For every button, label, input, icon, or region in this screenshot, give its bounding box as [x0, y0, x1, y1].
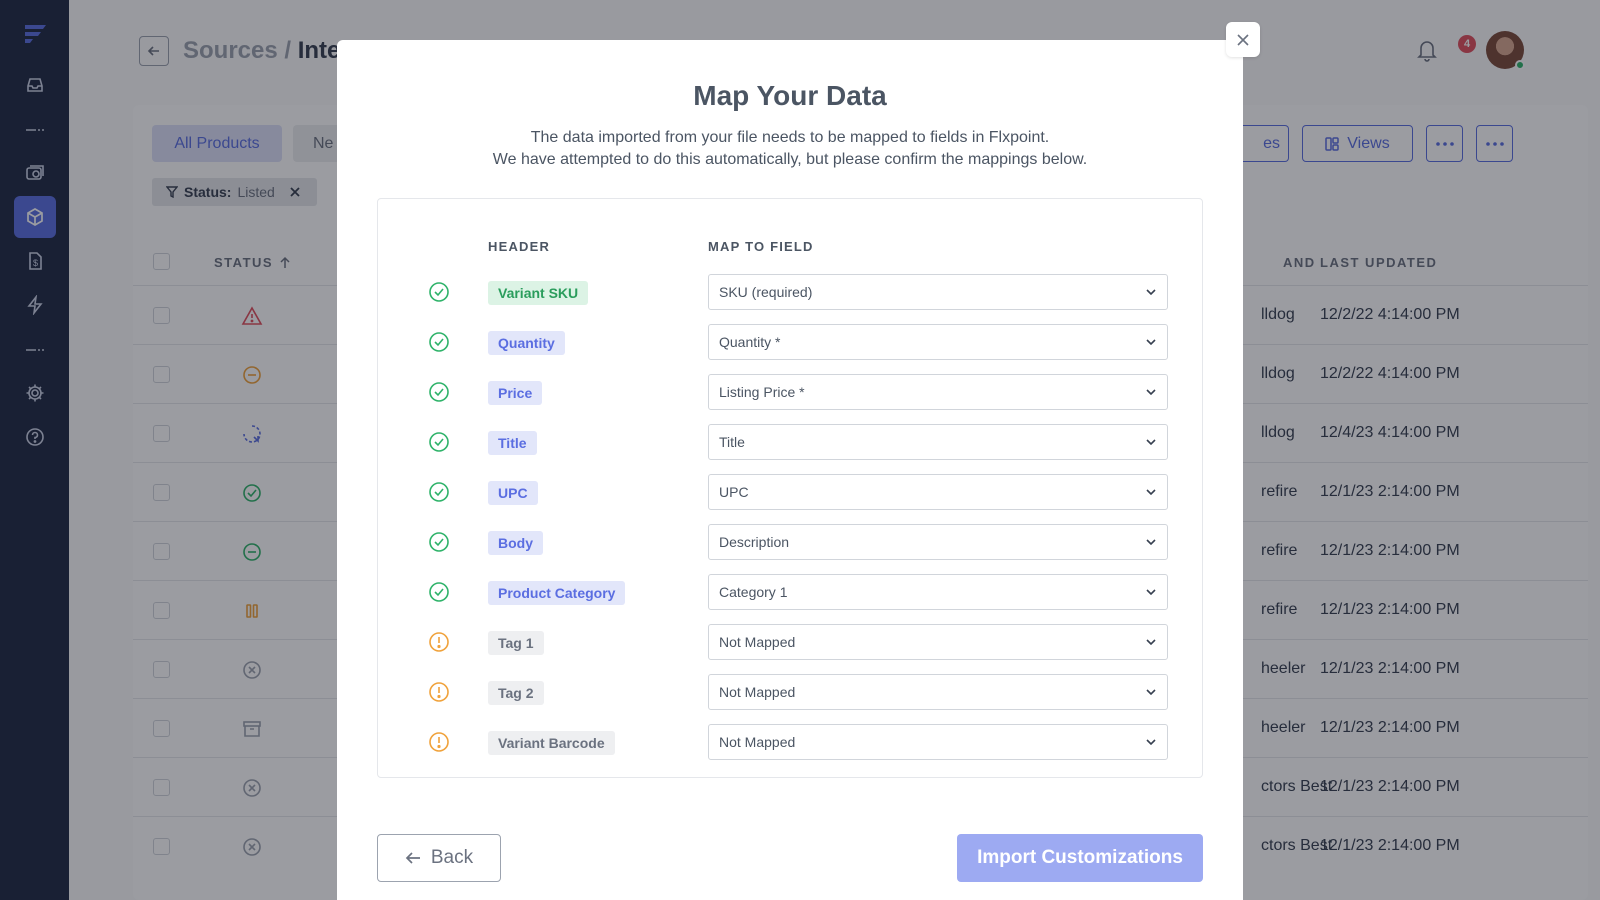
map-field-select[interactable]: Title: [708, 424, 1168, 460]
map-field-value: Not Mapped: [719, 634, 796, 650]
map-field-value: Not Mapped: [719, 684, 796, 700]
arrow-left-icon: [405, 852, 420, 864]
mapping-row: UPC UPC: [378, 474, 1204, 510]
chevron-down-icon: [1146, 539, 1156, 546]
mapping-row: Product Category Category 1: [378, 574, 1204, 610]
header-tag: Variant Barcode: [488, 731, 615, 755]
close-icon: [1237, 33, 1249, 46]
check-circle-icon: [428, 381, 450, 403]
map-field-select[interactable]: Description: [708, 524, 1168, 560]
mapping-row: Body Description: [378, 524, 1204, 560]
back-button-label: Back: [430, 847, 474, 868]
map-to-field-column-title: MAP TO FIELD: [708, 239, 814, 254]
chevron-down-icon: [1146, 689, 1156, 696]
chevron-down-icon: [1146, 639, 1156, 646]
map-data-modal: Map Your Data The data imported from you…: [337, 40, 1243, 900]
modal-subtitle: The data imported from your file needs t…: [337, 127, 1243, 171]
map-field-value: Title: [719, 434, 745, 450]
mapping-row: Quantity Quantity *: [378, 324, 1204, 360]
check-circle-icon: [428, 331, 450, 353]
map-field-value: Not Mapped: [719, 734, 796, 750]
modal-subtitle-line1: The data imported from your file needs t…: [530, 129, 1050, 146]
header-tag: Variant SKU: [488, 281, 589, 305]
chevron-down-icon: [1146, 739, 1156, 746]
header-tag: Tag 1: [488, 631, 544, 655]
close-modal-button[interactable]: [1226, 22, 1260, 57]
chevron-down-icon: [1146, 289, 1156, 296]
map-field-select[interactable]: Category 1: [708, 574, 1168, 610]
check-circle-icon: [428, 581, 450, 603]
chevron-down-icon: [1146, 389, 1156, 396]
check-circle-icon: [428, 281, 450, 303]
mapping-row: Price Listing Price *: [378, 374, 1204, 410]
header-column-title: HEADER: [488, 239, 551, 254]
map-field-select[interactable]: Not Mapped: [708, 624, 1168, 660]
map-field-value: SKU (required): [719, 284, 813, 300]
modal-title: Map Your Data: [693, 80, 887, 111]
modal-subtitle-line2: We have attempted to do this automatical…: [492, 151, 1088, 168]
map-field-select[interactable]: Quantity *: [708, 324, 1168, 360]
map-field-select[interactable]: Not Mapped: [708, 724, 1168, 760]
header-tag: Quantity: [488, 331, 565, 355]
header-tag: Price: [488, 381, 543, 405]
mapping-table: HEADER MAP TO FIELD Variant SKU SKU (requ…: [377, 198, 1203, 778]
chevron-down-icon: [1146, 439, 1156, 446]
mapping-row: Tag 2 Not Mapped: [378, 674, 1204, 710]
chevron-down-icon: [1146, 489, 1156, 496]
chevron-down-icon: [1146, 589, 1156, 596]
import-customizations-button[interactable]: Import Customizations: [957, 834, 1203, 882]
mapping-row: Variant SKU SKU (required): [378, 274, 1204, 310]
map-field-select[interactable]: SKU (required): [708, 274, 1168, 310]
mapping-row: Title Title: [378, 424, 1204, 460]
check-circle-icon: [428, 431, 450, 453]
map-field-value: Description: [719, 534, 790, 550]
back-button[interactable]: Back: [377, 834, 501, 882]
alert-circle-icon: [428, 631, 450, 653]
check-circle-icon: [428, 531, 450, 553]
map-field-select[interactable]: Not Mapped: [708, 674, 1168, 710]
header-tag: UPC: [488, 481, 538, 505]
mapping-row: Variant Barcode Not Mapped: [378, 724, 1204, 760]
map-field-value: UPC: [719, 484, 749, 500]
alert-circle-icon: [428, 681, 450, 703]
header-tag: Product Category: [488, 581, 626, 605]
header-tag: Body: [488, 531, 543, 555]
map-field-value: Listing Price *: [719, 384, 805, 400]
map-field-value: Quantity *: [719, 334, 781, 350]
header-tag: Title: [488, 431, 537, 455]
check-circle-icon: [428, 481, 450, 503]
map-field-select[interactable]: UPC: [708, 474, 1168, 510]
map-field-select[interactable]: Listing Price *: [708, 374, 1168, 410]
map-field-value: Category 1: [719, 584, 788, 600]
mapping-row: Tag 1 Not Mapped: [378, 624, 1204, 660]
alert-circle-icon: [428, 731, 450, 753]
header-tag: Tag 2: [488, 681, 544, 705]
chevron-down-icon: [1146, 339, 1156, 346]
